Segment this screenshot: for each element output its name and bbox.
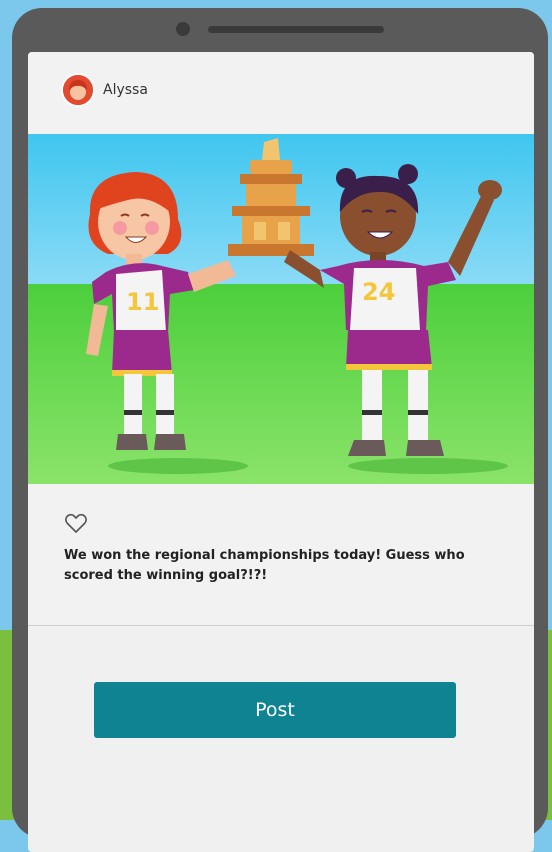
post-button[interactable]: Post [94,682,456,738]
camera-dot [176,22,190,36]
post-caption: We won the regional championships today!… [64,548,465,583]
speaker-slot [208,26,384,33]
avatar-face-icon [63,75,93,105]
right-jersey-number: 24 [362,278,395,306]
author-name[interactable]: Alyssa [103,82,148,98]
author-avatar[interactable] [61,73,95,107]
phone-frame: Alyssa 11 24 We won the regional champio… [12,8,548,852]
post-body: We won the regional championships today!… [28,484,534,624]
phone-screen: Alyssa 11 24 We won the regional champio… [28,52,534,852]
left-jersey-number: 11 [126,288,159,316]
heart-outline-icon[interactable] [64,512,88,534]
post-photo: 11 24 [28,134,534,484]
divider [28,625,534,626]
post-header: Alyssa [28,52,534,134]
